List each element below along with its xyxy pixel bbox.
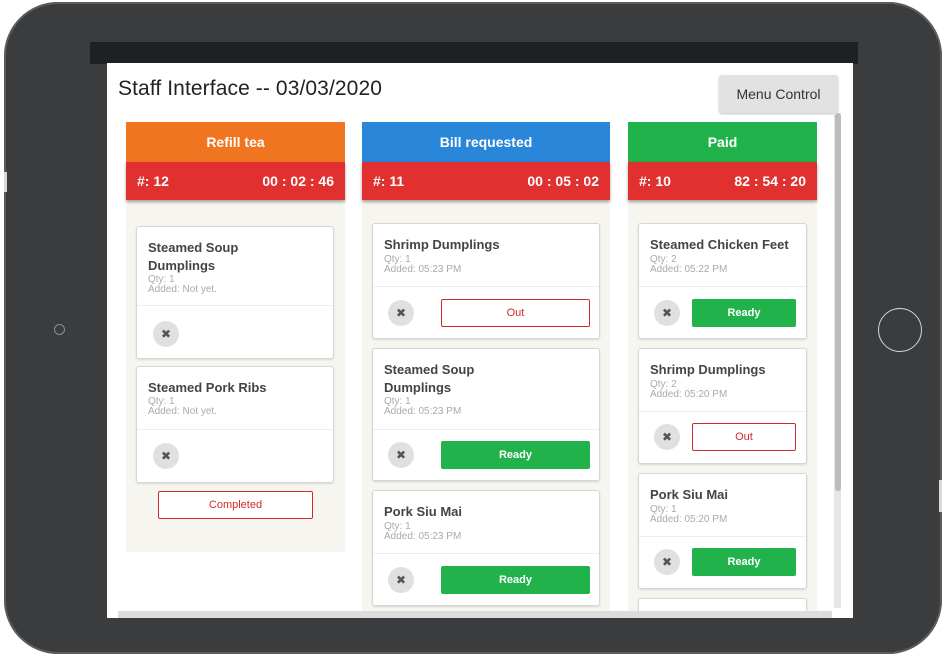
ready-button[interactable]: Ready <box>441 441 590 469</box>
column-timer-bar: #: 10 82 : 54 : 20 <box>628 162 817 200</box>
item-name: Steamed Soup Dumplings <box>384 362 475 395</box>
item-name: Steamed Pork Ribs <box>148 380 267 395</box>
close-icon: ✖ <box>661 430 673 444</box>
home-button[interactable] <box>878 308 922 352</box>
card-divider <box>373 286 599 287</box>
remove-item-button[interactable]: ✖ <box>654 300 680 326</box>
close-icon: ✖ <box>661 555 673 569</box>
card-divider <box>373 429 599 430</box>
item-name: Steamed Soup Dumplings <box>148 240 239 273</box>
staff-screen: Staff Interface -- 03/03/2020 Menu Contr… <box>107 63 853 618</box>
item-added: Added: 05:20 PM <box>650 514 728 525</box>
order-item-card: Steamed Chicken Feet Qty: 2 Added: 05:22… <box>638 223 807 339</box>
card-divider <box>639 536 806 537</box>
column-status-bill: Bill requested <box>362 122 610 162</box>
table-number: #: 11 <box>373 173 405 189</box>
item-added: Added: 05:22 PM <box>650 264 728 275</box>
ready-button[interactable]: Ready <box>441 566 590 594</box>
column-status-refill: Refill tea <box>126 122 345 162</box>
side-button <box>939 480 942 512</box>
table-number: #: 10 <box>639 173 671 189</box>
item-added: Added: 05:23 PM <box>384 531 462 542</box>
remove-item-button[interactable]: ✖ <box>388 442 414 468</box>
elapsed-timer: 00 : 02 : 46 <box>262 173 334 189</box>
remove-item-button[interactable]: ✖ <box>654 549 680 575</box>
column-timer-bar: #: 11 00 : 05 : 02 <box>362 162 610 200</box>
out-button[interactable]: Out <box>692 423 796 451</box>
camera-icon <box>54 324 65 335</box>
page-title: Staff Interface -- 03/03/2020 <box>118 77 383 100</box>
order-item-card: Shrimp Dumplings Qty: 1 Added: 05:23 PM … <box>372 223 600 339</box>
elapsed-timer: 82 : 54 : 20 <box>734 173 806 189</box>
order-item-card: Pork Siu Mai Qty: 1 Added: 05:23 PM ✖ Re… <box>372 490 600 606</box>
item-name: Shrimp Dumplings <box>384 237 500 252</box>
item-name: Pork Siu Mai <box>384 504 463 519</box>
close-icon: ✖ <box>160 449 172 463</box>
volume-button <box>4 172 7 192</box>
item-name: Steamed Chicken Feet <box>650 237 789 252</box>
screen-top-bezel <box>90 42 858 64</box>
elapsed-timer: 00 : 05 : 02 <box>527 173 599 189</box>
item-added: Added: 05:23 PM <box>384 406 462 417</box>
remove-item-button[interactable]: ✖ <box>153 321 179 347</box>
menu-control-button[interactable]: Menu Control <box>719 75 838 113</box>
ready-button[interactable]: Ready <box>692 299 796 327</box>
item-name: Pork Siu Mai <box>650 487 729 502</box>
order-item-card: Steamed Soup Dumplings Qty: 1 Added: 05:… <box>372 348 600 481</box>
vertical-scrollbar-thumb[interactable] <box>835 113 841 491</box>
column-timer-bar: #: 12 00 : 02 : 46 <box>126 162 345 200</box>
close-icon: ✖ <box>160 327 172 341</box>
order-item-card: Shrimp Dumplings Qty: 2 Added: 05:20 PM … <box>638 348 807 464</box>
column-status-paid: Paid <box>628 122 817 162</box>
item-added: Added: Not yet. <box>148 284 217 295</box>
item-name: Shrimp Dumplings <box>650 362 766 377</box>
order-item-card: Pork Siu Mai Qty: 1 Added: 05:20 PM ✖ Re… <box>638 473 807 589</box>
card-divider <box>137 429 333 430</box>
card-divider <box>639 411 806 412</box>
remove-item-button[interactable]: ✖ <box>153 443 179 469</box>
item-added: Added: 05:20 PM <box>650 389 728 400</box>
horizontal-scrollbar[interactable] <box>118 611 832 618</box>
card-divider <box>639 286 806 287</box>
close-icon: ✖ <box>395 306 407 320</box>
remove-item-button[interactable]: ✖ <box>654 424 680 450</box>
close-icon: ✖ <box>395 573 407 587</box>
item-added: Added: Not yet. <box>148 406 217 417</box>
order-item-card: Steamed Soup Dumplings Qty: 1 Added: Not… <box>136 226 334 359</box>
close-icon: ✖ <box>661 306 673 320</box>
completed-button[interactable]: Completed <box>158 491 313 519</box>
ready-button[interactable]: Ready <box>692 548 796 576</box>
out-button[interactable]: Out <box>441 299 590 327</box>
remove-item-button[interactable]: ✖ <box>388 567 414 593</box>
table-number: #: 12 <box>137 173 169 189</box>
item-added: Added: 05:23 PM <box>384 264 462 275</box>
order-item-card: Steamed Pork Ribs Qty: 1 Added: Not yet.… <box>136 366 334 483</box>
card-divider <box>137 305 333 306</box>
close-icon: ✖ <box>395 448 407 462</box>
remove-item-button[interactable]: ✖ <box>388 300 414 326</box>
card-divider <box>373 553 599 554</box>
